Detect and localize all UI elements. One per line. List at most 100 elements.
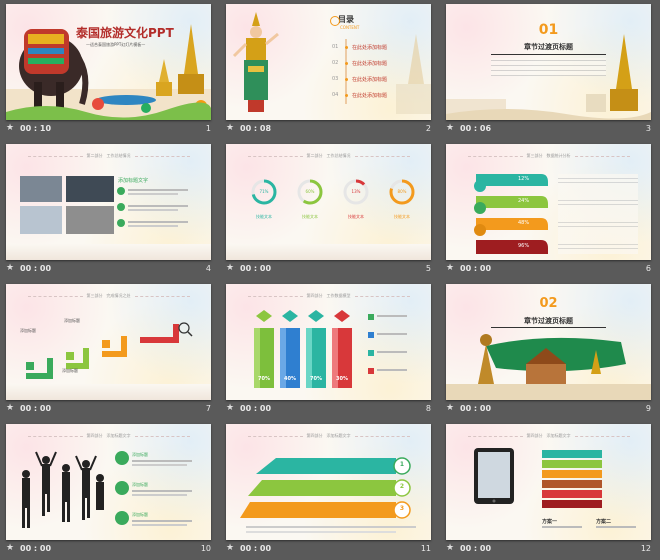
bullet-dot-icon xyxy=(345,62,348,65)
slide-thumb-12[interactable]: 第四部分 添加标题文字 方案一 方案二 ★ 00 : 00 12 xyxy=(440,420,660,560)
column-3-value: 70% xyxy=(310,376,322,382)
legend-list xyxy=(368,314,407,374)
slide-thumb-3[interactable]: 01 章节过渡页标题 ★ 00 : 06 3 xyxy=(440,0,660,140)
chapter-number-2: 02 xyxy=(539,296,558,311)
contents-item[interactable]: 03 在此处添加标题 xyxy=(332,74,412,90)
bullet-dot-icon xyxy=(345,94,348,97)
transition-star-icon: ★ xyxy=(446,543,455,553)
slide-thumb-10[interactable]: 第四部分 添加标题文字 添加标题 添加标题 添加标题 ★ 00 : 00 10 xyxy=(0,420,220,560)
contents-item[interactable]: 02 在此处添加标题 xyxy=(332,58,412,74)
progress-rings xyxy=(251,179,415,205)
slide-6-time: 00 : 00 xyxy=(460,264,492,273)
transition-star-icon: ★ xyxy=(6,263,15,273)
slide-5[interactable]: 第二部分 工作总结情况 71% 60% 13% 80% 技能文本 技能文本 技能… xyxy=(226,144,431,260)
slide-9-time: 00 : 00 xyxy=(460,404,492,413)
slide-5-meta: ★ 00 : 00 5 xyxy=(226,263,431,276)
transition-star-icon: ★ xyxy=(6,403,15,413)
chapter-title-2: 章节过渡页标题 xyxy=(524,317,573,325)
photo-keyboard xyxy=(20,206,62,234)
transition-star-icon: ★ xyxy=(226,123,235,133)
transition-star-icon: ★ xyxy=(446,403,455,413)
step-1-label: 添加标题 xyxy=(20,328,36,333)
slide-thumb-8[interactable]: 第四部分 工作数据模型 70% 40% 70% 30% ★ 00 : 00 8 xyxy=(220,280,440,420)
slide-thumb-5[interactable]: 第二部分 工作总结情况 71% 60% 13% 80% 技能文本 技能文本 技能… xyxy=(220,140,440,280)
slide-4-header: 第二部分 工作总结情况 xyxy=(6,153,211,159)
slide-thumb-7[interactable]: 第三部分 完成情况之处 添加标题 添加标题 添加标题 ★ 00 : 00 7 xyxy=(0,280,220,420)
slide-12-time: 00 : 00 xyxy=(460,544,492,553)
item-1-label: 添加标题 xyxy=(132,452,148,457)
column-2-value: 40% xyxy=(284,376,296,382)
slide-10[interactable]: 第四部分 添加标题文字 添加标题 添加标题 添加标题 xyxy=(6,424,211,540)
slide-1-title: 泰国旅游文化PPT xyxy=(76,26,174,40)
slide-1-meta: ★ 00 : 10 1 xyxy=(6,123,211,136)
step-arrow-diagram xyxy=(26,322,193,379)
slide-7-number: 7 xyxy=(205,404,211,413)
divider xyxy=(491,54,606,55)
slide-9-number: 9 xyxy=(645,404,651,413)
slide-12-number: 12 xyxy=(640,544,651,553)
slide-thumb-1[interactable]: 泰国旅游文化PPT —适合泰国旅游PPT幻灯片模板— ★ 00 : 10 1 xyxy=(0,0,220,140)
pyramid-steps xyxy=(240,457,416,533)
ribbon-3-value: 48% xyxy=(518,220,530,226)
plan-1-label: 方案一 xyxy=(542,519,558,525)
slide-1-number: 1 xyxy=(205,124,211,133)
jumping-people-photo xyxy=(22,451,104,528)
slide-2-meta: ★ 00 : 08 2 xyxy=(226,123,431,136)
slide-10-number: 10 xyxy=(200,544,211,553)
slide-3-number: 3 xyxy=(645,124,651,133)
contents-item[interactable]: 04 在此处添加标题 xyxy=(332,90,412,106)
ring-3-value: 13% xyxy=(351,189,361,194)
slide-11-header: 第四部分 添加标题文字 xyxy=(226,433,431,439)
slide-2-number: 2 xyxy=(425,124,431,133)
slide-thumb-2[interactable]: 目录 CONTENT 01 在此处添加标题 02 在此处添加标题 03 在此处添… xyxy=(220,0,440,140)
slide-3[interactable]: 01 章节过渡页标题 xyxy=(446,4,651,120)
step-2-number: 2 xyxy=(399,483,405,490)
slide-4-time: 00 : 00 xyxy=(20,264,52,273)
slide-11[interactable]: 第四部分 添加标题文字 1 2 3 xyxy=(226,424,431,540)
slide-4[interactable]: 第二部分 工作总结情况 添加标题文字 xyxy=(6,144,211,260)
slide-thumb-11[interactable]: 第四部分 添加标题文字 1 2 3 ★ 00 : 00 11 xyxy=(220,420,440,560)
bullet-dot-icon xyxy=(345,46,348,49)
ring-1-value: 71% xyxy=(259,189,269,194)
ring-2-label: 技能文本 xyxy=(302,214,318,219)
transition-star-icon: ★ xyxy=(6,123,15,133)
ring-4-label: 技能文本 xyxy=(394,214,410,219)
ring-4-value: 80% xyxy=(397,189,407,194)
slide-sorter-grid: 泰国旅游文化PPT —适合泰国旅游PPT幻灯片模板— ★ 00 : 10 1 目… xyxy=(0,0,660,560)
transition-star-icon: ★ xyxy=(226,263,235,273)
slide-thumb-4[interactable]: 第二部分 工作总结情况 添加标题文字 ★ 00 : 00 4 xyxy=(0,140,220,280)
slide-thumb-9[interactable]: 02 章节过渡页标题 ★ 00 : 00 9 xyxy=(440,280,660,420)
slide-3-time: 00 : 06 xyxy=(460,124,492,133)
slide-6[interactable]: 第三部分 数据统计分析 12% 24% 48% 96% xyxy=(446,144,651,260)
slide-9-meta: ★ 00 : 00 9 xyxy=(446,403,651,416)
slide-8-time: 00 : 00 xyxy=(240,404,272,413)
slide-1-subtitle: —适合泰国旅游PPT幻灯片模板— xyxy=(86,42,146,47)
bullet-dot-icon xyxy=(345,78,348,81)
slide-10-meta: ★ 00 : 00 10 xyxy=(6,543,211,556)
3d-column-chart xyxy=(254,310,352,388)
photo-business xyxy=(66,176,114,202)
slide-2[interactable]: 目录 CONTENT 01 在此处添加标题 02 在此处添加标题 03 在此处添… xyxy=(226,4,431,120)
item-3-label: 添加标题 xyxy=(132,512,148,517)
ring-3-label: 技能文本 xyxy=(348,214,364,219)
slide-5-header: 第二部分 工作总结情况 xyxy=(226,153,431,159)
bullet-list xyxy=(117,187,188,227)
slide-2-time: 00 : 08 xyxy=(240,124,272,133)
step-3-label: 添加标题 xyxy=(62,368,78,373)
slide-8[interactable]: 第四部分 工作数据模型 70% 40% 70% 30% xyxy=(226,284,431,400)
slide-8-meta: ★ 00 : 00 8 xyxy=(226,403,431,416)
slide-6-meta: ★ 00 : 00 6 xyxy=(446,263,651,276)
contents-item[interactable]: 01 在此处添加标题 xyxy=(332,42,412,58)
ribbon-2-value: 24% xyxy=(518,198,530,204)
contents-ring-icon xyxy=(330,16,340,26)
ribbon-4-value: 96% xyxy=(518,243,530,249)
slide-12[interactable]: 第四部分 添加标题文字 方案一 方案二 xyxy=(446,424,651,540)
transition-star-icon: ★ xyxy=(226,403,235,413)
slide-10-time: 00 : 00 xyxy=(20,544,52,553)
slide-9[interactable]: 02 章节过渡页标题 xyxy=(446,284,651,400)
slide-thumb-6[interactable]: 第三部分 数据统计分析 12% 24% 48% 96% ★ 00 : 00 6 xyxy=(440,140,660,280)
transition-star-icon: ★ xyxy=(6,543,15,553)
slide-7[interactable]: 第三部分 完成情况之处 添加标题 添加标题 添加标题 xyxy=(6,284,211,400)
slide-1[interactable]: 泰国旅游文化PPT —适合泰国旅游PPT幻灯片模板— xyxy=(6,4,211,120)
slide-6-number: 6 xyxy=(645,264,651,273)
